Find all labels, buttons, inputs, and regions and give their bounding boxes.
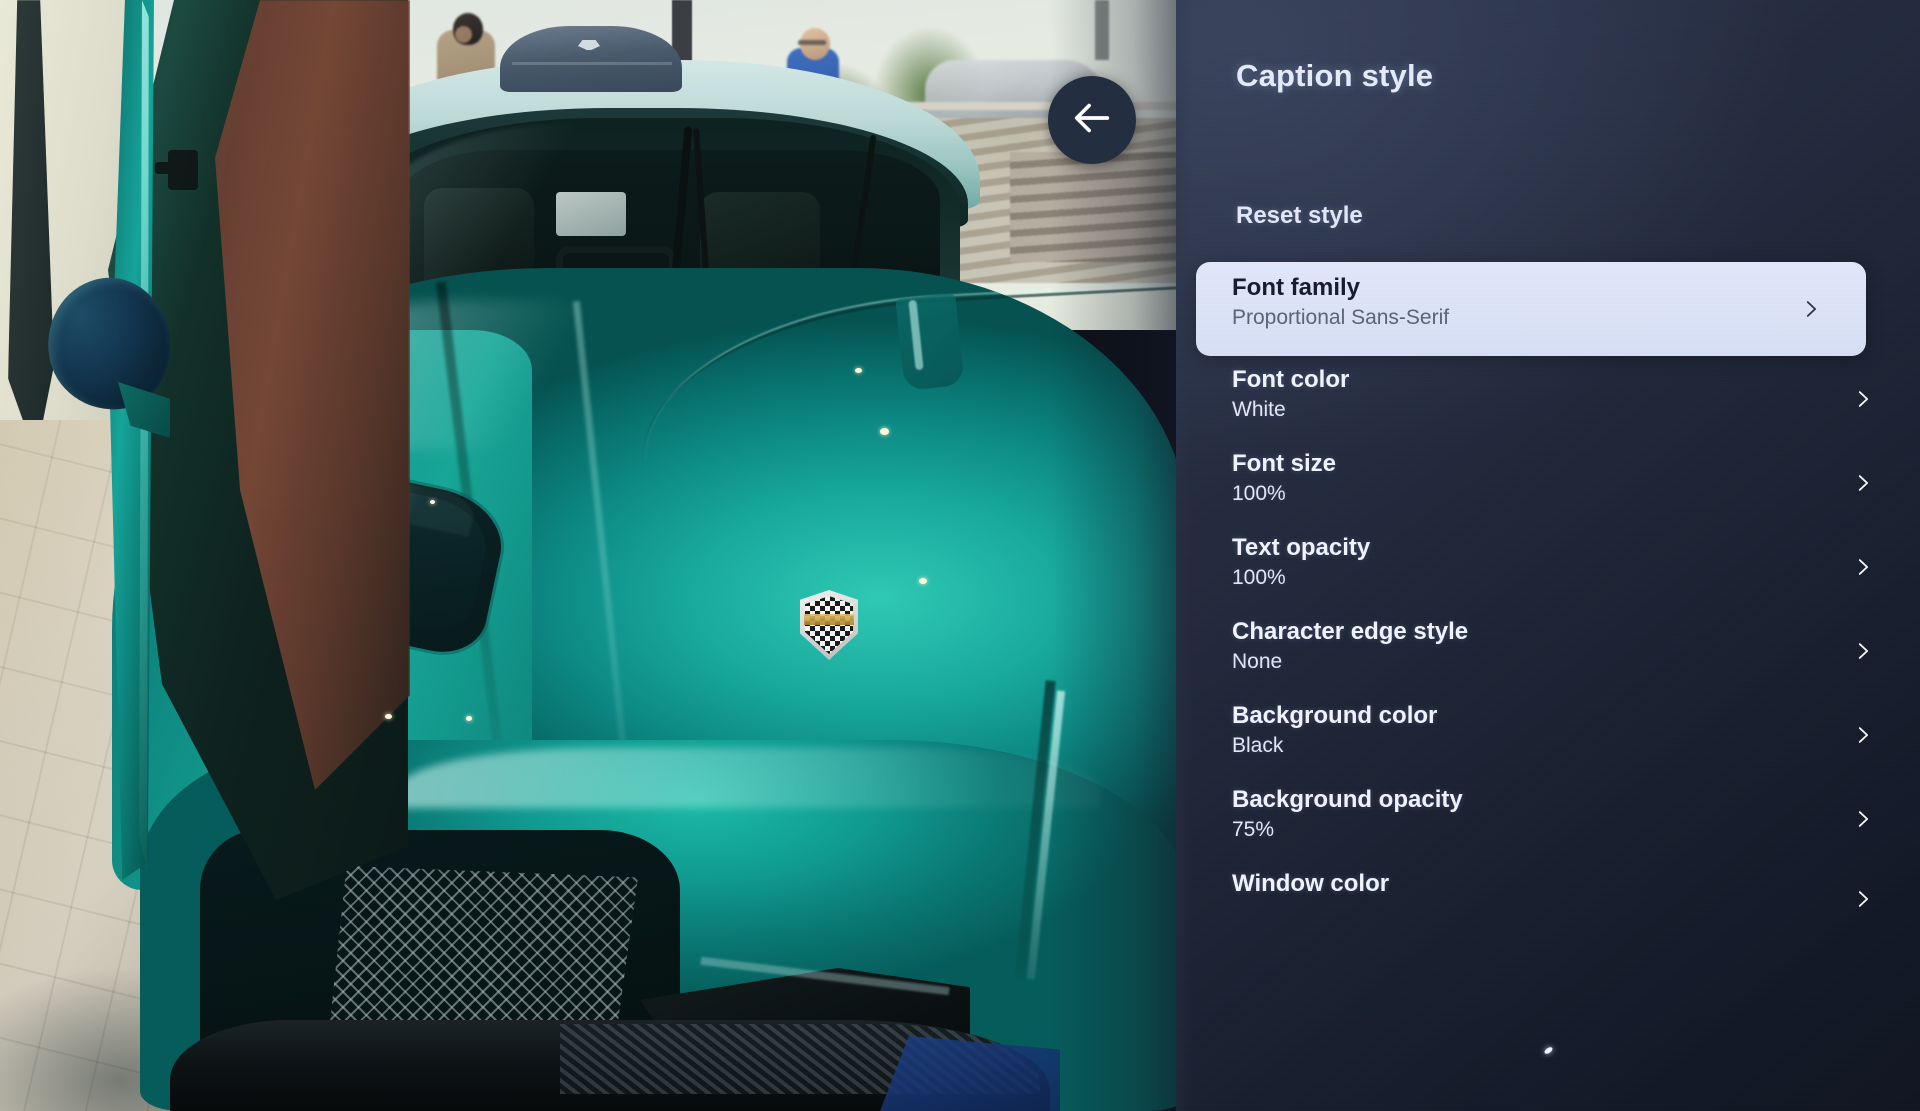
- roof-scoop-seam: [512, 62, 672, 65]
- brand-badge-band: [804, 614, 854, 625]
- paint-sparkle: [385, 714, 392, 719]
- tv-screen: Caption style Reset style Font family Pro…: [0, 0, 1920, 1111]
- settings-row-title: Background opacity: [1232, 786, 1463, 813]
- reset-style-label: Reset style: [1236, 202, 1363, 229]
- caption-style-panel: Caption style Reset style Font family Pro…: [1176, 0, 1920, 1111]
- settings-row-title: Font color: [1232, 366, 1350, 393]
- chevron-right-icon: [1852, 470, 1874, 496]
- spectator-face: [455, 26, 472, 43]
- arrow-left-icon: [1069, 95, 1115, 146]
- settings-row-title: Background color: [1232, 702, 1438, 729]
- photo-edge-vignette: [1050, 0, 1190, 1111]
- chevron-right-icon: [1800, 296, 1822, 322]
- settings-row-value: Black: [1232, 734, 1284, 757]
- settings-row-title: Font family: [1232, 274, 1361, 301]
- back-button[interactable]: [1048, 76, 1136, 164]
- hood-vent: [895, 293, 965, 391]
- front-bumper-highlight: [400, 748, 1100, 808]
- settings-row-title: Window color: [1232, 870, 1390, 897]
- settings-row-title: Character edge style: [1232, 618, 1469, 645]
- settings-row-background-opacity[interactable]: Background opacity 75%: [1176, 776, 1920, 860]
- paint-sparkle: [880, 428, 889, 435]
- settings-row-window-color[interactable]: Window color: [1176, 860, 1920, 908]
- settings-row-title: Font size: [1232, 450, 1337, 477]
- screen-dust-speck: [1543, 1045, 1554, 1056]
- lower-blue-accent: [880, 1036, 1060, 1111]
- page-title: Caption style: [1236, 58, 1434, 93]
- settings-row-value: White: [1232, 398, 1286, 421]
- paint-sparkle: [430, 500, 435, 504]
- door-latch-pin: [155, 162, 173, 174]
- paint-sparkle: [855, 368, 862, 373]
- settings-row-background-color[interactable]: Background color Black: [1176, 692, 1920, 776]
- spectator-sunglasses: [798, 40, 826, 45]
- reset-style-button[interactable]: Reset style: [1236, 202, 1856, 244]
- settings-row-value: 75%: [1232, 818, 1275, 841]
- settings-row-title: Text opacity: [1232, 534, 1371, 561]
- settings-list: Font family Proportional Sans-Serif Font c…: [1176, 262, 1920, 908]
- settings-row-text-opacity[interactable]: Text opacity 100%: [1176, 524, 1920, 608]
- settings-row-font-family[interactable]: Font family Proportional Sans-Serif: [1196, 262, 1866, 356]
- settings-row-value: 100%: [1232, 566, 1286, 589]
- settings-row-character-edge-style[interactable]: Character edge style None: [1176, 608, 1920, 692]
- chevron-right-icon: [1852, 722, 1874, 748]
- settings-row-value: 100%: [1232, 482, 1286, 505]
- chevron-right-icon: [1852, 806, 1874, 832]
- paint-sparkle: [466, 716, 472, 721]
- settings-row-font-size[interactable]: Font size 100%: [1176, 440, 1920, 524]
- paint-sparkle: [919, 578, 927, 584]
- roof-scoop: [500, 26, 682, 92]
- settings-row-value: None: [1232, 650, 1283, 673]
- settings-row-value: Proportional Sans-Serif: [1232, 306, 1450, 329]
- chevron-right-icon: [1852, 386, 1874, 412]
- chevron-right-icon: [1852, 886, 1874, 908]
- chevron-right-icon: [1852, 554, 1874, 580]
- chevron-right-icon: [1852, 638, 1874, 664]
- settings-row-font-color[interactable]: Font color White: [1176, 356, 1920, 440]
